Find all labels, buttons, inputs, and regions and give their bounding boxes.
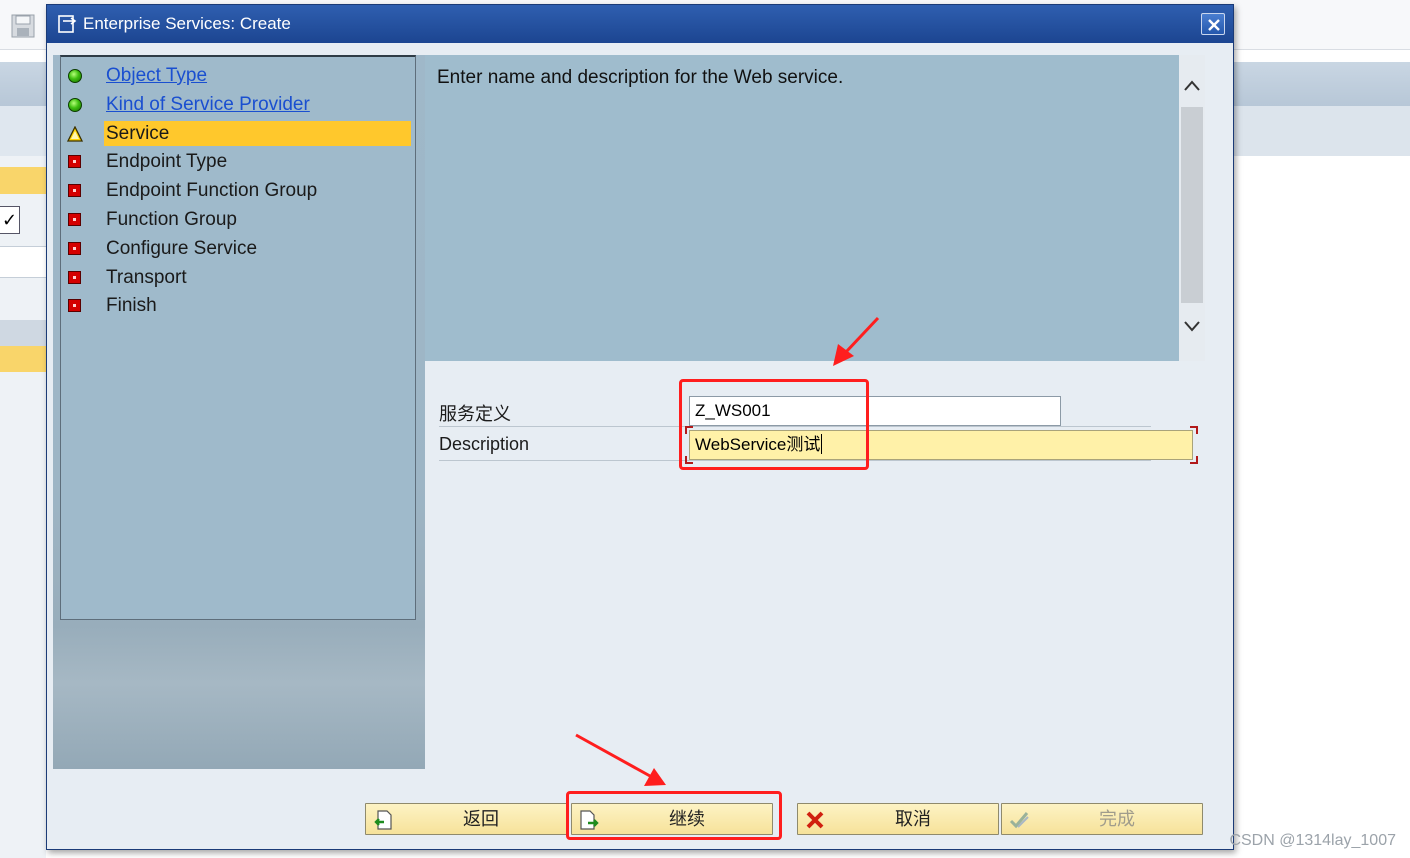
background-checkmark-icon[interactable]: ✓ (0, 206, 20, 234)
background-input-field[interactable] (0, 246, 46, 278)
roadmap-step-label: Endpoint Type (106, 151, 228, 172)
finish-icon (1009, 812, 1029, 829)
roadmap-step-label: Function Group (106, 209, 237, 230)
back-button[interactable]: 返回 (365, 803, 567, 835)
status-red-icon (67, 183, 83, 199)
cancel-label: 取消 (895, 809, 931, 829)
background-highlight-row (0, 346, 46, 372)
focus-corner (1190, 456, 1198, 464)
roadmap-step-label[interactable]: Kind of Service Provider (104, 92, 310, 117)
dialog-titlebar[interactable]: Enterprise Services: Create (47, 5, 1233, 43)
roadmap-step-label: Finish (106, 295, 157, 316)
roadmap-step-transport[interactable]: Transport (61, 264, 411, 291)
info-text-area: Enter name and description for the Web s… (425, 55, 1179, 361)
background-grey-row (0, 320, 46, 346)
scroll-up-icon[interactable] (1183, 77, 1201, 95)
finish-button[interactable]: 完成 (1001, 803, 1203, 835)
enterprise-services-dialog: Enterprise Services: Create Object Type … (46, 4, 1234, 850)
cancel-button[interactable]: 取消 (797, 803, 999, 835)
background-toolbar-band-right (1234, 106, 1410, 156)
focus-corner (1190, 426, 1198, 434)
close-icon (1208, 19, 1220, 31)
status-warning-icon (67, 126, 83, 142)
close-button[interactable] (1201, 13, 1225, 35)
roadmap-step-endpoint-type[interactable]: Endpoint Type (61, 148, 411, 175)
status-green-icon (67, 68, 83, 84)
back-label: 返回 (463, 809, 499, 829)
background-highlight-row (0, 167, 46, 194)
status-red-icon (67, 298, 83, 314)
info-scrollbar[interactable] (1179, 55, 1205, 361)
roadmap-panel: Object Type Kind of Service Provider Ser… (60, 55, 416, 620)
status-red-icon (67, 270, 83, 286)
status-red-icon (67, 212, 83, 228)
status-red-icon (67, 241, 83, 257)
annotation-box-fields (679, 379, 869, 470)
back-icon (374, 810, 392, 830)
roadmap-step-label: Transport (106, 267, 187, 288)
description-label: Description (439, 434, 530, 454)
scroll-down-icon[interactable] (1183, 317, 1201, 335)
scrollbar-thumb[interactable] (1181, 107, 1203, 303)
status-red-icon (67, 154, 83, 170)
dialog-title: Enterprise Services: Create (83, 14, 291, 33)
roadmap-step-finish[interactable]: Finish (61, 292, 411, 319)
roadmap-step-label: Endpoint Function Group (106, 180, 318, 201)
service-definition-label: 服务定义 (439, 404, 511, 424)
annotation-box-continue (566, 791, 782, 840)
save-icon[interactable] (10, 13, 36, 39)
status-green-icon (67, 97, 83, 113)
roadmap-step-kind-of-service-provider[interactable]: Kind of Service Provider (61, 91, 411, 118)
roadmap-step-object-type[interactable]: Object Type (61, 62, 411, 89)
roadmap-step-label[interactable]: Object Type (104, 63, 207, 88)
finish-label: 完成 (1099, 809, 1135, 829)
roadmap-step-endpoint-function-group[interactable]: Endpoint Function Group (61, 177, 411, 204)
watermark: CSDN @1314lay_1007 (1229, 832, 1396, 849)
roadmap-step-service[interactable]: Service (61, 120, 411, 147)
roadmap-step-label: Service (104, 121, 411, 146)
window-icon (58, 15, 77, 33)
roadmap-step-label: Configure Service (106, 238, 258, 259)
roadmap-step-function-group[interactable]: Function Group (61, 206, 411, 233)
roadmap-step-configure-service[interactable]: Configure Service (61, 235, 411, 262)
cancel-icon (806, 811, 824, 829)
info-text: Enter name and description for the Web s… (437, 67, 844, 88)
